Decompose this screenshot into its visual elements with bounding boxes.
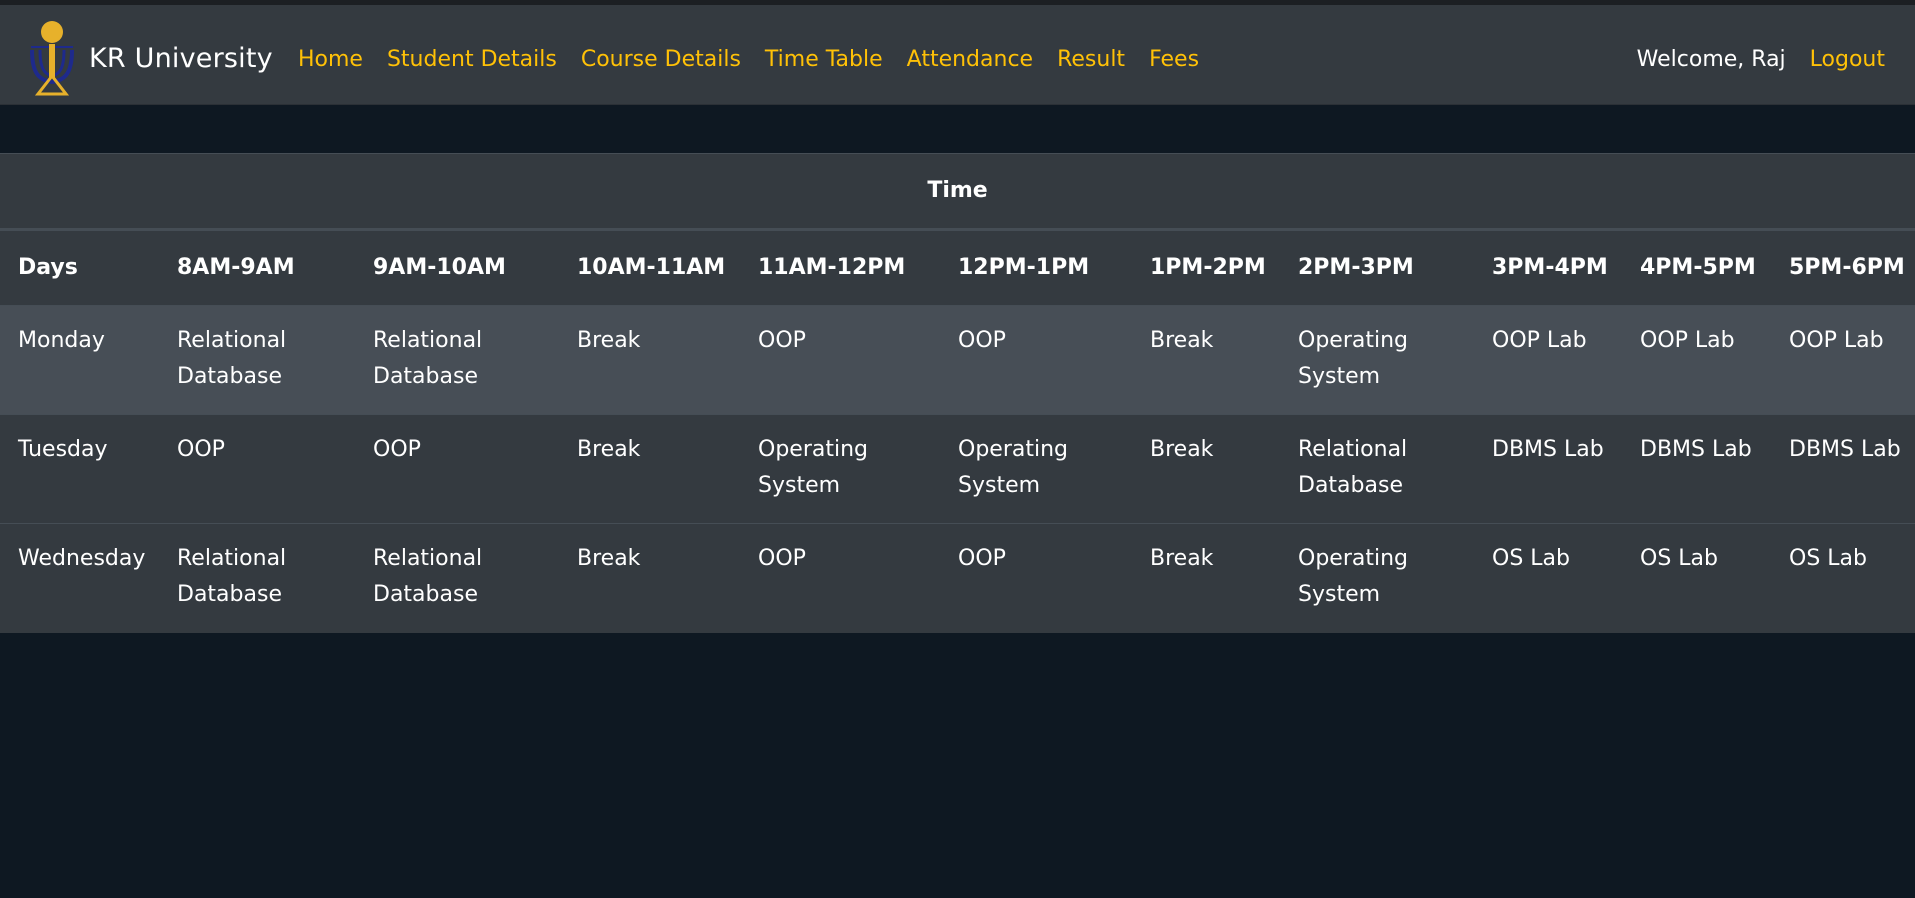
slot-cell: Break bbox=[1132, 414, 1280, 524]
header-slot: 1PM-2PM bbox=[1132, 229, 1280, 306]
slot-cell: Relational Database bbox=[355, 523, 559, 633]
welcome-text: Welcome, Raj bbox=[1636, 47, 1786, 72]
user-area: Welcome, Raj Logout bbox=[1637, 10, 1885, 109]
slot-cell: Operating System bbox=[740, 414, 940, 524]
slot-cell: OOP bbox=[940, 523, 1132, 633]
slot-cell: OOP Lab bbox=[1622, 305, 1771, 415]
header-slot: 8AM-9AM bbox=[159, 229, 355, 306]
header-days: Days bbox=[0, 229, 159, 306]
table-row: Tuesday OOP OOP Break Operating System O… bbox=[0, 414, 1915, 524]
table-row: Monday Relational Database Relational Da… bbox=[0, 305, 1915, 415]
table-row: Wednesday Relational Database Relational… bbox=[0, 523, 1915, 633]
slot-cell: Break bbox=[559, 523, 740, 633]
day-cell: Wednesday bbox=[0, 523, 159, 633]
day-cell: Monday bbox=[0, 305, 159, 415]
nav-link-time-table[interactable]: Time Table bbox=[765, 47, 883, 72]
nav-link-fees[interactable]: Fees bbox=[1149, 47, 1199, 72]
brand[interactable]: KR University bbox=[26, 20, 273, 96]
slot-cell: DBMS Lab bbox=[1771, 414, 1915, 524]
nav-link-course-details[interactable]: Course Details bbox=[581, 47, 741, 72]
slot-cell: Break bbox=[1132, 305, 1280, 415]
university-crest-icon bbox=[30, 21, 74, 96]
slot-cell: Relational Database bbox=[159, 305, 355, 415]
slot-cell: OS Lab bbox=[1474, 523, 1622, 633]
nav-links: Home Student Details Course Details Time… bbox=[298, 10, 1223, 109]
slot-cell: Break bbox=[559, 305, 740, 415]
nav-link-home[interactable]: Home bbox=[298, 47, 363, 72]
slot-cell: Relational Database bbox=[1280, 414, 1474, 524]
slot-cell: Relational Database bbox=[355, 305, 559, 415]
nav-link-attendance[interactable]: Attendance bbox=[907, 47, 1033, 72]
nav-link-result[interactable]: Result bbox=[1057, 47, 1125, 72]
header-slot: 5PM-6PM bbox=[1771, 229, 1915, 306]
slot-cell: OOP Lab bbox=[1474, 305, 1622, 415]
timetable: Time Days 8AM-9AM 9AM-10AM 10AM-11AM 11A… bbox=[0, 153, 1915, 633]
timetable-container: Time Days 8AM-9AM 9AM-10AM 10AM-11AM 11A… bbox=[0, 153, 1915, 633]
slot-cell: Break bbox=[1132, 523, 1280, 633]
day-cell: Tuesday bbox=[0, 414, 159, 524]
slot-cell: DBMS Lab bbox=[1474, 414, 1622, 524]
slot-cell: OS Lab bbox=[1622, 523, 1771, 633]
time-group-row: Time bbox=[0, 153, 1915, 231]
header-slot: 4PM-5PM bbox=[1622, 229, 1771, 306]
slot-cell: OOP bbox=[940, 305, 1132, 415]
slot-cell: OOP bbox=[355, 414, 559, 524]
slot-cell: OOP bbox=[740, 305, 940, 415]
header-slot: 11AM-12PM bbox=[740, 229, 940, 306]
logout-link[interactable]: Logout bbox=[1810, 47, 1885, 72]
slot-cell: OS Lab bbox=[1771, 523, 1915, 633]
slot-cell: DBMS Lab bbox=[1622, 414, 1771, 524]
header-slot: 2PM-3PM bbox=[1280, 229, 1474, 306]
slot-cell: Operating System bbox=[1280, 523, 1474, 633]
navbar: KR University Home Student Details Cours… bbox=[0, 5, 1915, 105]
slot-cell: Relational Database bbox=[159, 523, 355, 633]
header-slot: 9AM-10AM bbox=[355, 229, 559, 306]
slot-cell: OOP bbox=[740, 523, 940, 633]
header-row: Days 8AM-9AM 9AM-10AM 10AM-11AM 11AM-12P… bbox=[0, 229, 1915, 306]
brand-name: KR University bbox=[89, 42, 273, 74]
header-slot: 3PM-4PM bbox=[1474, 229, 1622, 306]
slot-cell: Operating System bbox=[1280, 305, 1474, 415]
nav-link-student-details[interactable]: Student Details bbox=[387, 47, 557, 72]
slot-cell: Operating System bbox=[940, 414, 1132, 524]
header-slot: 12PM-1PM bbox=[940, 229, 1132, 306]
slot-cell: Break bbox=[559, 414, 740, 524]
header-slot: 10AM-11AM bbox=[559, 229, 740, 306]
time-group-header: Time bbox=[0, 153, 1915, 231]
slot-cell: OOP Lab bbox=[1771, 305, 1915, 415]
slot-cell: OOP bbox=[159, 414, 355, 524]
